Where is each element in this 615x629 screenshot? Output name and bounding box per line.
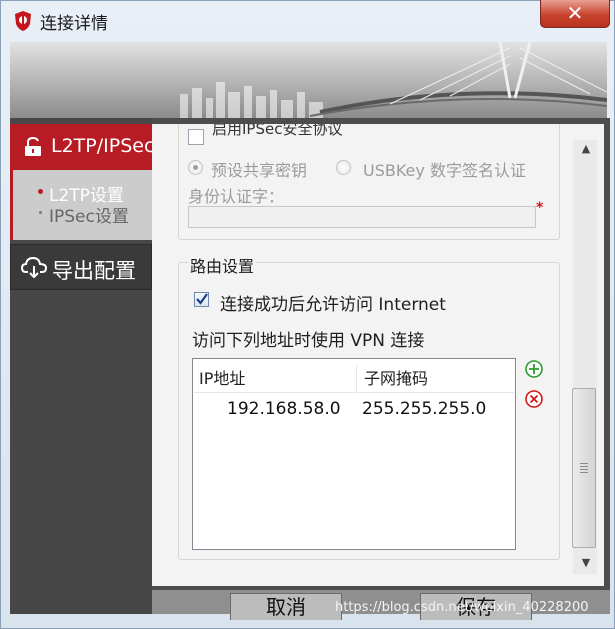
sidebar-item-label: L2TP/IPSec [51,135,152,157]
sidebar-subitem-ipsec-settings[interactable]: IPSec设置 [49,202,129,227]
table-cell-ip[interactable]: 192.168.58.0 [227,399,341,419]
column-header-mask[interactable]: 子网掩码 [358,365,514,393]
add-route-icon[interactable] [525,360,543,378]
required-mark: * [536,200,544,216]
sidebar-item-l2tp-ipsec[interactable]: L2TP/IPSec [10,124,152,170]
thumb-grip [580,463,588,464]
header-banner [10,42,607,118]
settings-panel: 启用IPSec安全协议 预设共享密钥 USBKey 数字签名认证 身份认证字： … [152,124,572,586]
enable-ipsec-checkbox[interactable] [188,129,204,145]
routing-group-title: 路由设置 [188,253,257,277]
active-dot [38,189,43,194]
sidebar-item-label: 导出配置 [52,259,136,283]
scroll-up-arrow-icon[interactable]: ▲ [578,142,594,155]
radio-usbkey[interactable] [336,160,351,175]
route-table[interactable]: IP地址 子网掩码 192.168.58.0 255.255.255.0 [192,358,516,550]
table-cell-mask[interactable]: 255.255.255.0 [362,399,486,419]
inactive-dot [39,211,42,214]
title-bar: 连接详情 ✕ [0,0,615,42]
thumb-grip [580,469,588,470]
window-title: 连接详情 [40,14,108,34]
allow-internet-checkbox[interactable] [194,292,209,307]
scroll-thumb[interactable] [572,388,596,548]
radio-preshared-key-label: 预设共享密钥 [211,161,308,180]
delete-route-icon[interactable] [525,390,543,408]
id-label: 身份认证字： [188,187,285,206]
column-header-ip[interactable]: IP地址 [194,365,357,393]
cloud-download-icon [21,256,47,278]
thumb-grip [580,472,588,473]
sidebar-subnav: L2TP设置 IPSec设置 [10,170,152,240]
bridge-skyline-image [10,42,607,118]
cancel-button[interactable]: 取消 [230,593,342,620]
enable-ipsec-label: 启用IPSec安全协议 [212,124,343,138]
vpn-addresses-label: 访问下列地址时使用 VPN 连接 [192,331,425,351]
close-button[interactable]: ✕ [540,0,610,28]
thumb-grip [580,466,588,467]
checkmark-icon [196,293,208,305]
watermark-text: https://blog.csdn.net/weixin_40228200 [335,600,589,615]
allow-internet-label: 连接成功后允许访问 Internet [220,295,446,315]
sidebar-item-export-config[interactable]: 导出配置 [10,244,152,290]
radio-preshared-key[interactable] [188,160,203,175]
id-input[interactable] [188,206,536,228]
app-shield-icon [15,11,31,31]
radio-usbkey-label: USBKey 数字签名认证 [363,161,526,180]
scroll-down-arrow-icon[interactable]: ▼ [578,556,594,569]
unlock-icon [25,137,41,156]
